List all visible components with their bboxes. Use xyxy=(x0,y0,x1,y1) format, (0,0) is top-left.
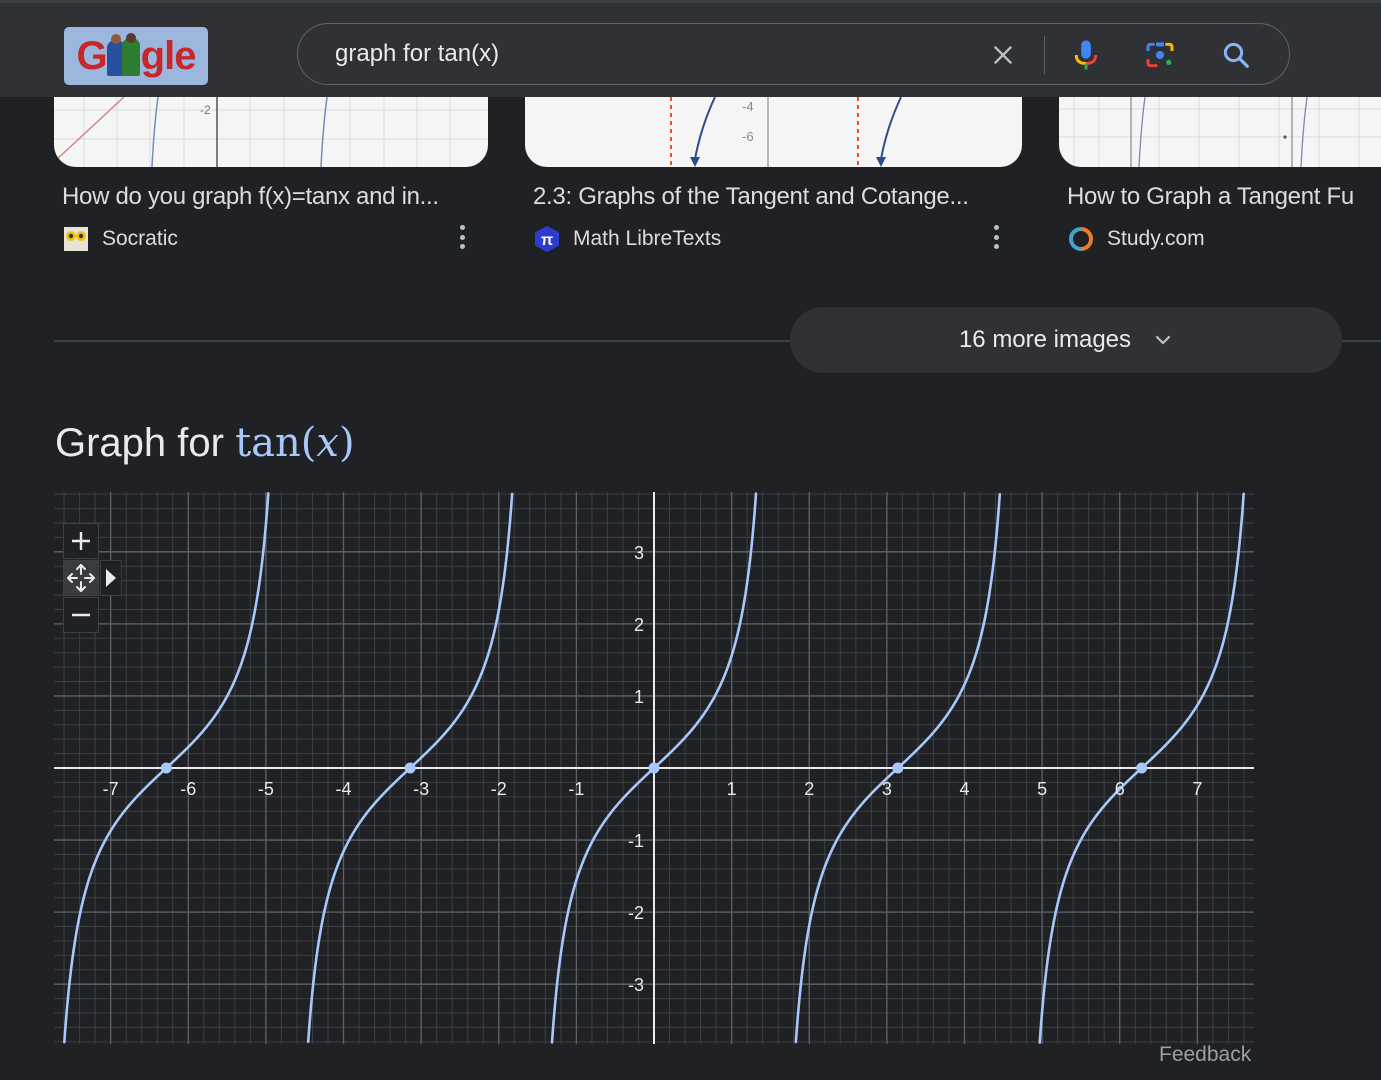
x-tick-label: 6 xyxy=(1115,779,1125,799)
zero-point xyxy=(160,762,172,774)
zero-point xyxy=(892,762,904,774)
x-tick-label: 7 xyxy=(1192,779,1202,799)
y-tick-label: -3 xyxy=(628,975,644,995)
feedback-link[interactable]: Feedback xyxy=(1159,1043,1251,1067)
google-doodle-logo[interactable]: G gle xyxy=(64,27,208,85)
y-tick-label: 2 xyxy=(634,615,644,635)
zoom-out-button[interactable] xyxy=(63,597,99,633)
x-tick-label: -4 xyxy=(336,779,352,799)
zero-point xyxy=(648,762,660,774)
x-tick-label: 3 xyxy=(882,779,892,799)
zero-point xyxy=(1136,762,1148,774)
tan-graph-plot[interactable]: -7 -6 -5 -4 -3 -2 -1 1 2 3 4 5 6 7 3 2 1 -1 -2 -3 xyxy=(0,0,1381,1080)
x-tick-label: -3 xyxy=(413,779,429,799)
mic-icon[interactable] xyxy=(1069,38,1103,72)
x-tick-label: 1 xyxy=(727,779,737,799)
y-tick-label: 1 xyxy=(634,687,644,707)
search-input[interactable] xyxy=(335,38,955,70)
x-tick-label: -2 xyxy=(491,779,507,799)
y-tick-label: 3 xyxy=(634,543,644,563)
search-box xyxy=(297,23,1290,85)
x-tick-label: -7 xyxy=(103,779,119,799)
search-icon[interactable] xyxy=(1219,38,1253,72)
x-tick-label: 5 xyxy=(1037,779,1047,799)
y-tick-label: -2 xyxy=(628,903,644,923)
y-tick-label: -1 xyxy=(628,831,644,851)
search-header: G gle xyxy=(0,0,1381,97)
x-tick-label: 2 xyxy=(804,779,814,799)
zoom-in-button[interactable] xyxy=(63,523,99,559)
logo-letters-gle: gle xyxy=(140,33,197,78)
graph-zoom-controls xyxy=(63,523,99,633)
x-tick-label: -6 xyxy=(180,779,196,799)
google-lens-icon[interactable] xyxy=(1143,38,1177,72)
x-tick-label: -1 xyxy=(568,779,584,799)
zero-point xyxy=(404,762,416,774)
clear-icon[interactable] xyxy=(986,38,1020,72)
expand-pan-arrow-icon[interactable] xyxy=(100,560,122,596)
x-tick-label: -5 xyxy=(258,779,274,799)
logo-letter-g: G xyxy=(76,33,108,78)
doodle-figures-icon xyxy=(105,33,143,78)
pan-icon[interactable] xyxy=(63,560,99,596)
search-divider xyxy=(1044,36,1045,74)
x-tick-label: 4 xyxy=(959,779,969,799)
